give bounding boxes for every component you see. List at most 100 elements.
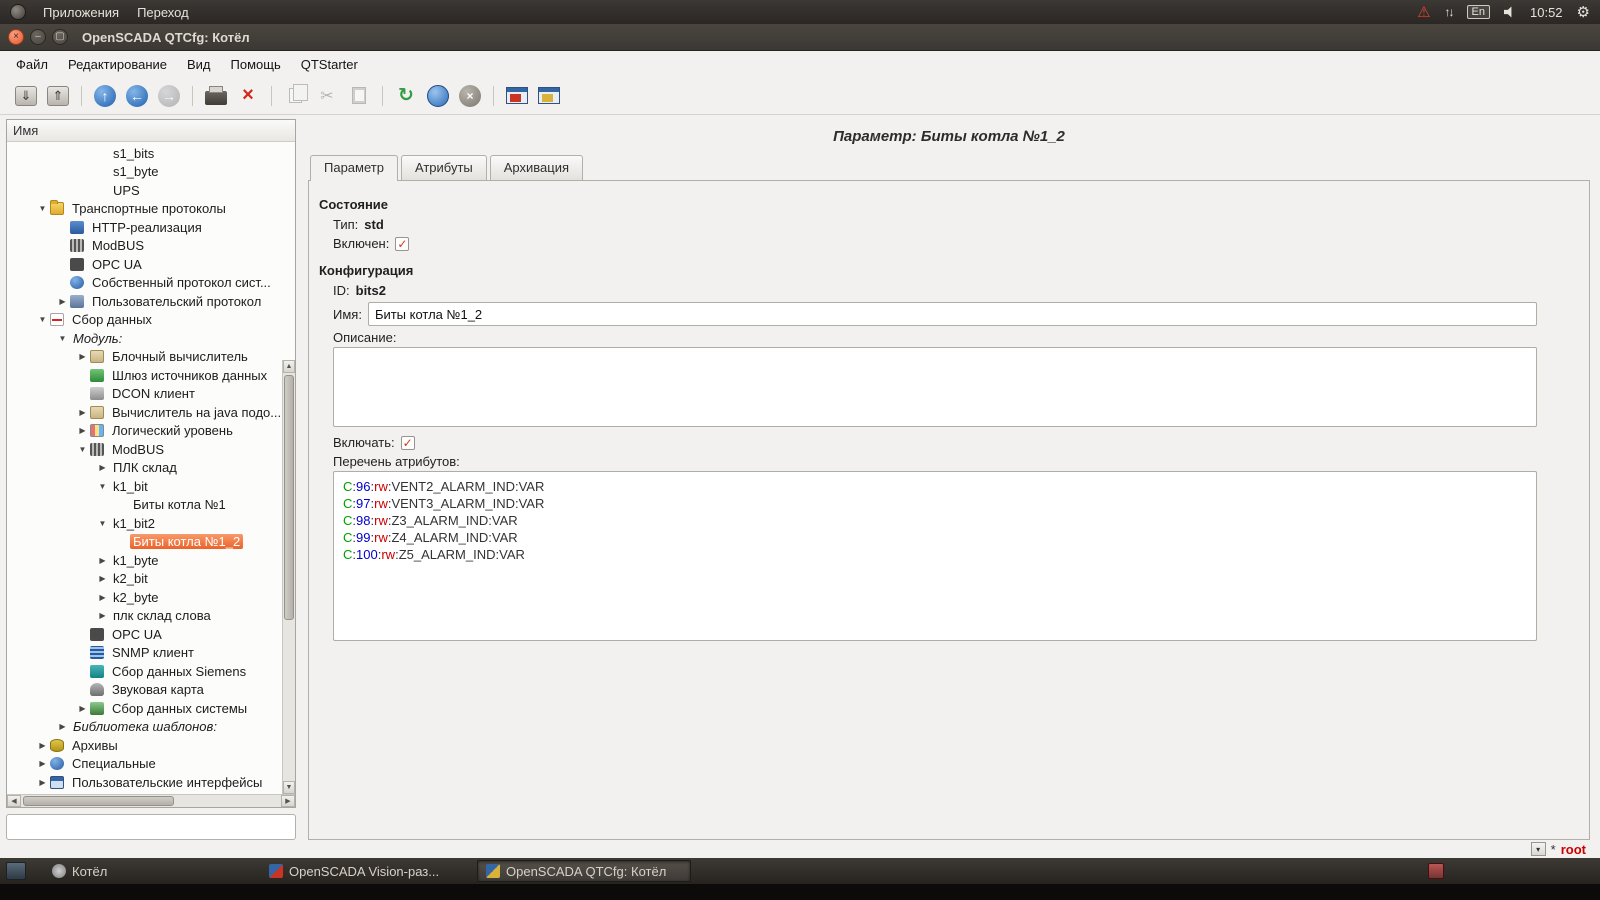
scroll-up-icon[interactable]: ▲ [283,360,295,373]
tree-item[interactable]: ▶Логический уровень [7,422,295,441]
add-item-button[interactable] [201,81,231,111]
menubar-item[interactable]: Вид [177,53,221,76]
tree-item[interactable]: ▶плк склад слова [7,607,295,626]
up-level-button[interactable]: ↑ [90,81,120,111]
cut-item-button[interactable]: ✂ [312,81,342,111]
tree-item[interactable]: Биты котла №1 [7,496,295,515]
description-textarea[interactable] [333,347,1537,427]
tree-item[interactable]: ▶ПЛК склад [7,459,295,478]
tree-item[interactable]: ▼Сбор данных [7,311,295,330]
taskbar-window-button[interactable]: Котёл [43,860,257,882]
tree-item[interactable]: SNMP клиент [7,644,295,663]
delete-item-button[interactable]: × [233,81,263,111]
tree-item[interactable]: ▼k1_bit [7,477,295,496]
taskbar-window-button[interactable]: OpenSCADA Vision-раз... [260,860,474,882]
save-to-db-button[interactable]: ⇑ [43,81,73,111]
vertical-scroll-thumb[interactable] [284,375,294,620]
network-indicator-icon[interactable]: ↑↓ [1445,5,1453,19]
attributes-list-textarea[interactable]: C:96:rw:VENT2_ALARM_IND:VARC:97:rw:VENT3… [333,471,1537,641]
tree-item[interactable]: ModBUS [7,237,295,256]
tree-item[interactable]: ▼Транспортные протоколы [7,200,295,219]
expand-arrow-icon[interactable]: ▶ [75,408,90,417]
tree-item[interactable]: ▶k1_byte [7,551,295,570]
horizontal-scroll-thumb[interactable] [23,796,174,806]
expand-arrow-icon[interactable]: ▶ [95,593,110,602]
expand-arrow-icon[interactable]: ▶ [35,759,50,768]
tree-horizontal-scrollbar[interactable]: ◀ ▶ [7,794,295,807]
tree-item[interactable]: Звуковая карта [7,681,295,700]
qtcfg-starter-button[interactable] [534,81,564,111]
collapse-arrow-icon[interactable]: ▼ [95,519,110,528]
tree-item[interactable]: ▶Пользовательский протокол [7,292,295,311]
vision-starter-button[interactable] [502,81,532,111]
tray-app-icon[interactable] [1428,863,1444,879]
collapse-arrow-icon[interactable]: ▼ [95,482,110,491]
tree-item[interactable]: s1_byte [7,163,295,182]
tree-item[interactable]: ▶Вычислитель на java подо... [7,403,295,422]
tree-item[interactable]: UPS [7,181,295,200]
tree-item[interactable]: ▶Архивы [7,736,295,755]
tree-vertical-scrollbar[interactable]: ▲ ▼ [282,360,295,794]
volume-icon[interactable] [1504,6,1516,18]
back-button[interactable]: ← [122,81,152,111]
horizontal-scroll-track[interactable] [21,795,281,807]
expand-arrow-icon[interactable]: ▶ [95,556,110,565]
expand-arrow-icon[interactable]: ▶ [55,722,70,731]
menubar-item[interactable]: Редактирование [58,53,177,76]
window-close-button[interactable]: × [8,29,24,45]
tree-item[interactable]: ▶Пользовательские интерфейсы [7,773,295,792]
window-maximize-button[interactable]: ▢ [52,29,68,45]
to-enable-checkbox[interactable]: ✓ [401,436,415,450]
tree-item[interactable]: ▶Библиотека шаблонов: [7,718,295,737]
tree-item[interactable]: OPC UA [7,625,295,644]
stop-updating-button[interactable]: × [455,81,485,111]
tree-item[interactable]: HTTP-реализация [7,218,295,237]
load-from-db-button[interactable]: ⇓ [11,81,41,111]
tab-archiving[interactable]: Архивация [490,155,583,180]
collapse-arrow-icon[interactable]: ▼ [55,334,70,343]
top-panel-menu-item[interactable]: Переход [128,2,198,23]
tree-item[interactable]: Шлюз источников данных [7,366,295,385]
window-minimize-button[interactable]: – [30,29,46,45]
enabled-checkbox[interactable]: ✓ [395,237,409,251]
menubar-item[interactable]: Файл [6,53,58,76]
keyboard-layout-indicator[interactable]: En [1467,5,1490,19]
tree-item[interactable]: ▶k2_bit [7,570,295,589]
tree-item[interactable]: Биты котла №1_2 [7,533,295,552]
scroll-right-icon[interactable]: ▶ [281,795,295,807]
tree-item[interactable]: ▶Блочный вычислитель [7,348,295,367]
expand-arrow-icon[interactable]: ▶ [35,741,50,750]
paste-item-button[interactable] [344,81,374,111]
top-panel-menu-item[interactable]: Приложения [34,2,128,23]
clock[interactable]: 10:52 [1530,5,1563,20]
tree-item[interactable]: Сбор данных Siemens [7,662,295,681]
tree-item[interactable]: ▶Сбор данных системы [7,699,295,718]
tree-item[interactable]: OPC UA [7,255,295,274]
warning-indicator-icon[interactable]: ⚠ [1417,5,1430,20]
copy-item-button[interactable] [280,81,310,111]
tree-item[interactable]: DCON клиент [7,385,295,404]
tree-item[interactable]: s1_bits [7,144,295,163]
expand-arrow-icon[interactable]: ▶ [75,426,90,435]
collapse-arrow-icon[interactable]: ▼ [35,204,50,213]
scroll-left-icon[interactable]: ◀ [7,795,21,807]
menubar-item[interactable]: QTStarter [291,53,368,76]
tree-item[interactable]: Собственный протокол сист... [7,274,295,293]
tree-item[interactable]: ▶Специальные [7,755,295,774]
distro-logo-icon[interactable] [10,4,26,20]
start-updating-button[interactable] [423,81,453,111]
tree-item[interactable]: ▼Модуль: [7,329,295,348]
tree-item[interactable]: ▶k2_byte [7,588,295,607]
forward-button[interactable]: → [154,81,184,111]
tab-parameter[interactable]: Параметр [310,155,398,181]
tree-item[interactable]: ▼ModBUS [7,440,295,459]
collapse-arrow-icon[interactable]: ▼ [75,445,90,454]
collapse-arrow-icon[interactable]: ▼ [35,315,50,324]
refresh-button[interactable]: ↻ [391,81,421,111]
status-combo-button[interactable]: ▾ [1531,842,1546,856]
taskbar-window-button[interactable]: OpenSCADA QTCfg: Котёл [477,860,691,882]
tree-filter-input[interactable] [6,814,296,840]
expand-arrow-icon[interactable]: ▶ [75,704,90,713]
expand-arrow-icon[interactable]: ▶ [95,574,110,583]
expand-arrow-icon[interactable]: ▶ [35,778,50,787]
